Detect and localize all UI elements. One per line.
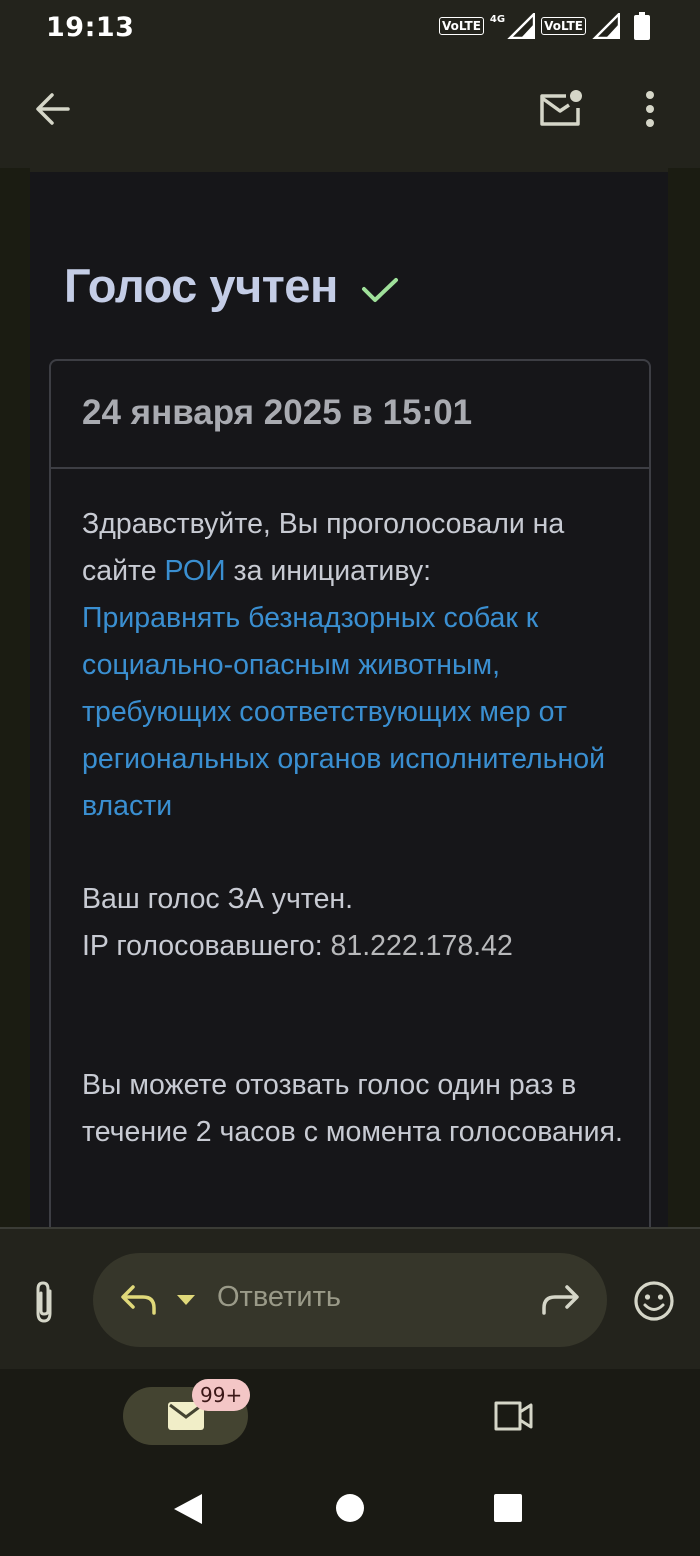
nav-back-icon[interactable] <box>170 1492 204 1526</box>
volte-badge-2: VoLTE <box>541 17 586 35</box>
video-icon[interactable] <box>492 1399 534 1433</box>
vote-details-box: 24 января 2025 в 15:01 Здравствуйте, Вы … <box>49 359 651 1228</box>
dropdown-icon[interactable] <box>175 1291 197 1309</box>
status-time: 19:13 <box>46 12 135 43</box>
logo-fragment <box>150 172 270 188</box>
ip-value: 81.222.178.42 <box>330 930 513 962</box>
signal-icon-2 <box>592 13 620 39</box>
emoji-icon[interactable] <box>632 1279 676 1323</box>
greeting-suffix: за инициативу: <box>225 555 432 587</box>
bottom-nav: 99+ <box>0 1369 700 1464</box>
left-gutter <box>0 168 30 1228</box>
system-nav <box>0 1464 700 1556</box>
vote-date: 24 января 2025 в 15:01 <box>51 361 649 469</box>
volte-badge: VoLTE <box>438 17 484 35</box>
back-arrow-icon[interactable] <box>30 86 76 132</box>
heading-text: Голос учтен <box>64 259 338 312</box>
revoke-note: Вы можете отозвать голос один раз в тече… <box>82 1069 623 1148</box>
signal-icon <box>507 13 536 39</box>
attach-icon[interactable] <box>28 1279 62 1325</box>
right-gutter <box>668 168 700 1228</box>
reply-bar: Ответить <box>0 1227 700 1369</box>
vote-status: Ваш голос ЗА учтен. <box>82 883 354 915</box>
battery-icon <box>634 12 650 40</box>
network-type: 4G <box>489 13 506 25</box>
email-heading: Голос учтен <box>64 258 400 313</box>
ip-label: IP голосовавшего: <box>82 930 331 962</box>
status-bar: 19:13 VoLTE 4G VoLTE <box>0 0 700 56</box>
reply-placeholder: Ответить <box>217 1281 341 1313</box>
nav-home-icon[interactable] <box>336 1494 364 1522</box>
app-bar <box>0 56 700 168</box>
unread-badge: 99+ <box>192 1379 251 1411</box>
more-vert-icon[interactable] <box>630 86 670 132</box>
message-text: Здравствуйте, Вы проголосовали на сайте … <box>82 501 642 1156</box>
forward-icon[interactable] <box>539 1281 581 1319</box>
reply-input[interactable]: Ответить <box>93 1253 607 1347</box>
mark-unread-icon[interactable] <box>536 86 586 132</box>
site-link[interactable]: РОИ <box>165 555 226 587</box>
initiative-link[interactable]: Приравнять безнадзорных собак к социальн… <box>82 602 605 822</box>
reply-icon[interactable] <box>119 1281 159 1319</box>
nav-recent-icon[interactable] <box>494 1494 522 1522</box>
check-icon <box>361 277 398 302</box>
email-body: Голос учтен 24 января 2025 в 15:01 Здрав… <box>30 172 668 1228</box>
status-icons: VoLTE 4G VoLTE <box>438 12 650 40</box>
